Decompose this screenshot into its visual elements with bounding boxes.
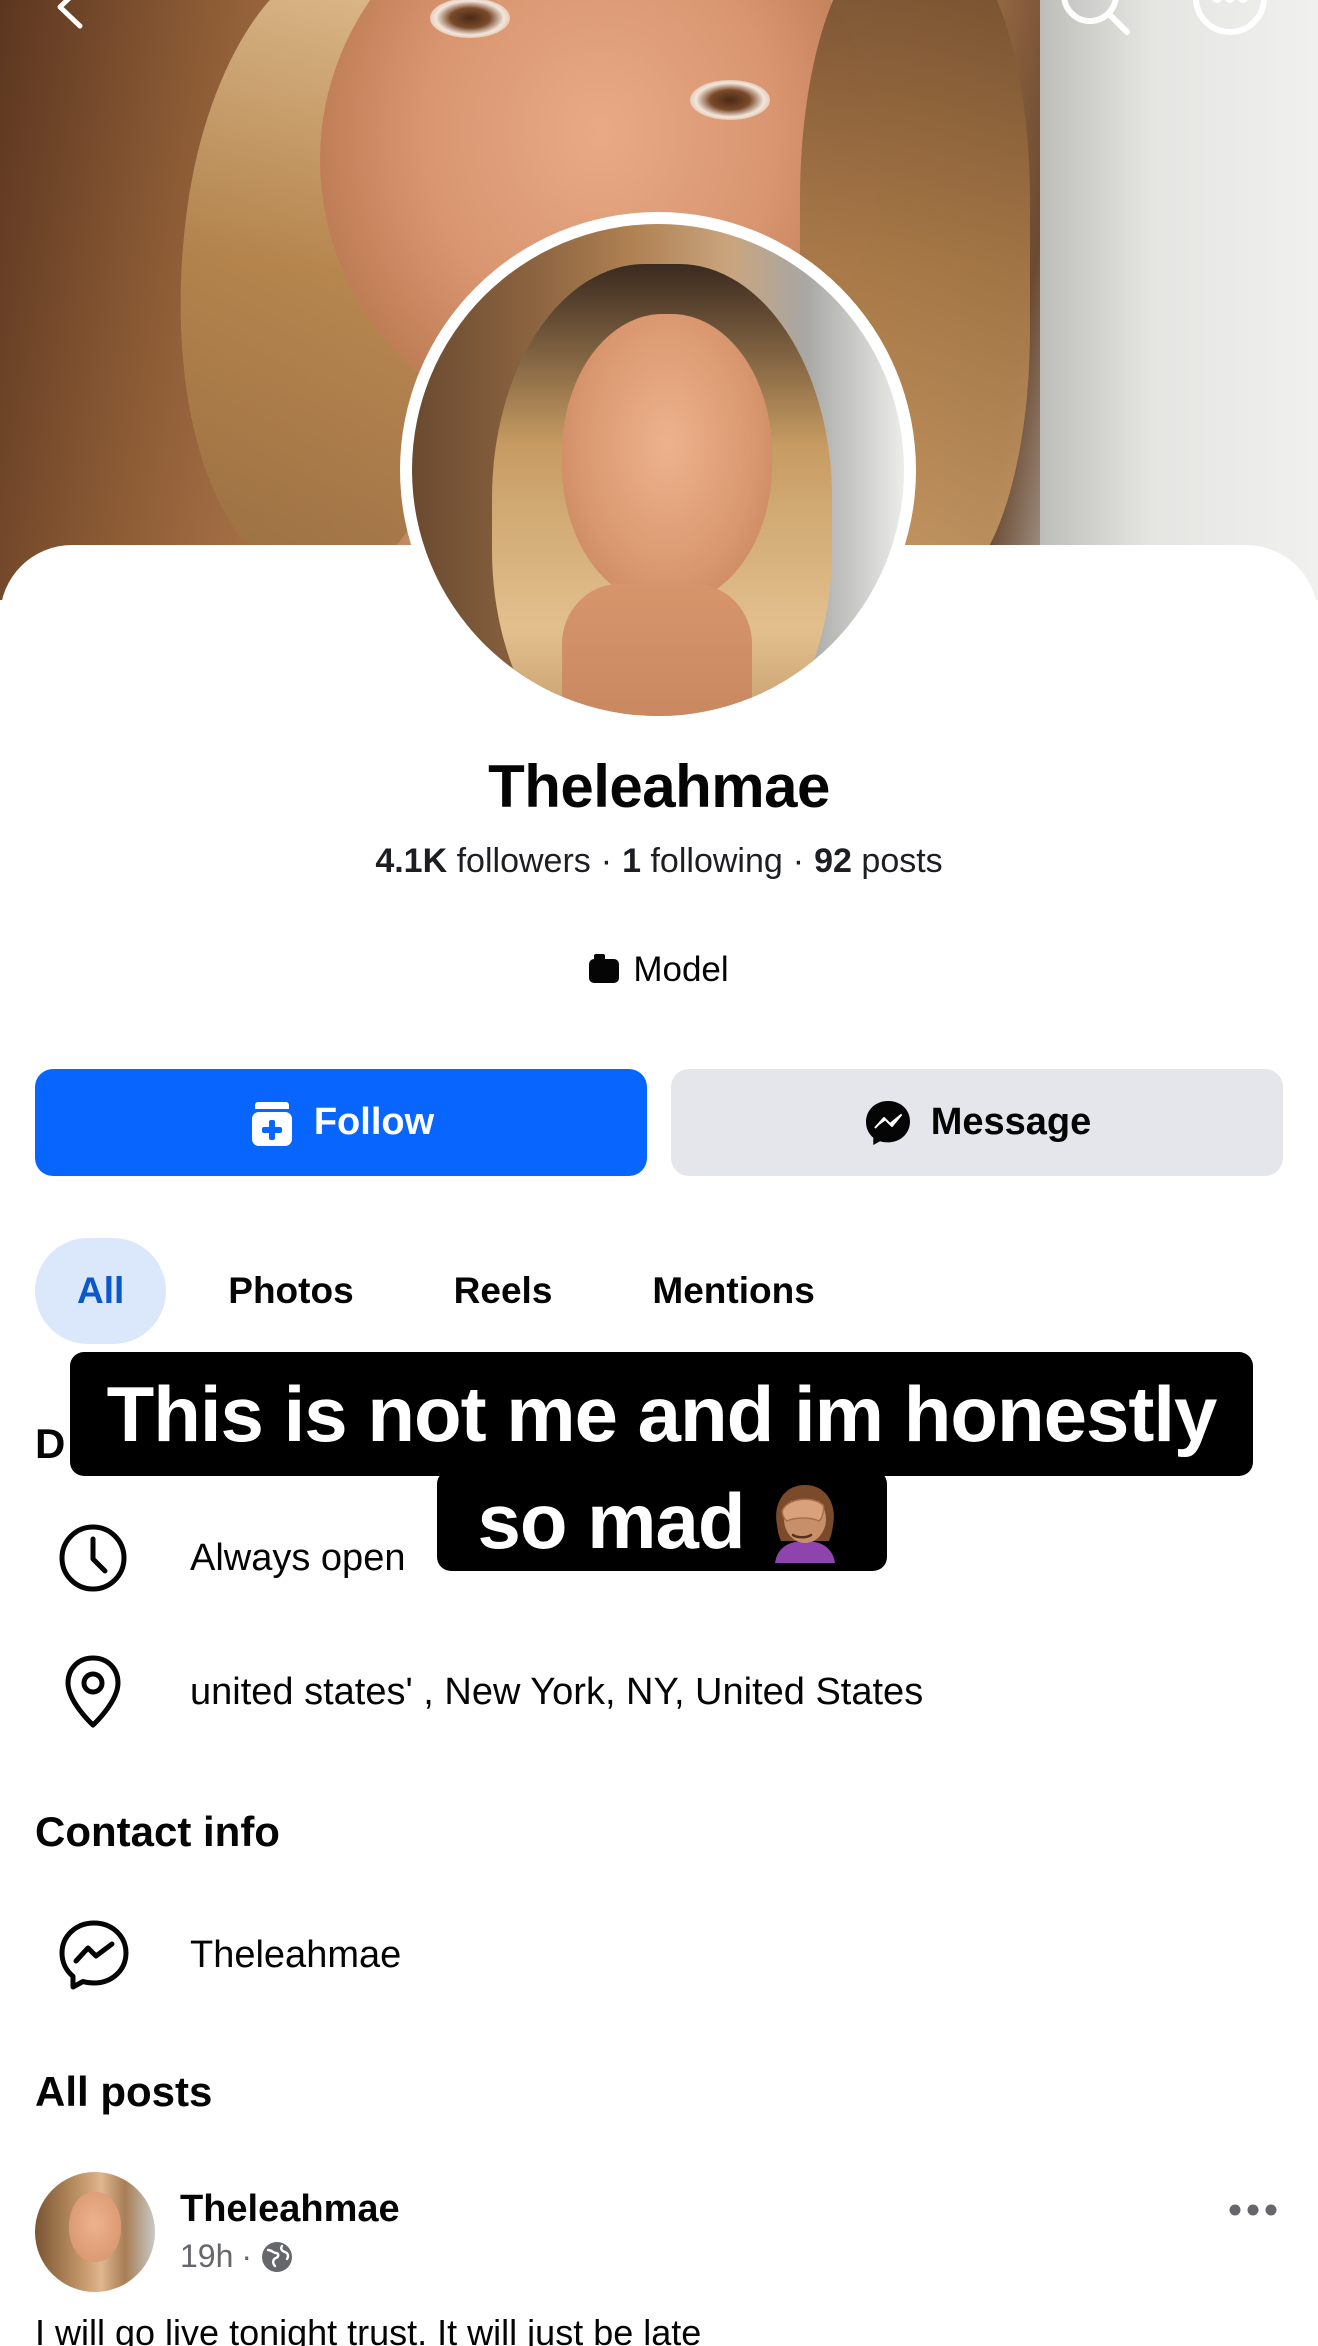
profile-name: Theleahmae [488, 753, 830, 820]
tab-all[interactable]: All [35, 1238, 167, 1344]
tab-reels[interactable]: Reels [454, 1238, 553, 1344]
follow-page-icon [251, 1101, 292, 1146]
profile-avatar[interactable] [400, 212, 916, 728]
clock-icon [59, 1524, 127, 1592]
post-meta-separator: · [241, 2238, 253, 2274]
follow-button-label: Follow [313, 1101, 435, 1143]
briefcase-icon [589, 954, 620, 983]
location-row[interactable]: united states' , New York, NY, United St… [35, 1654, 1285, 1730]
stat-separator: · [600, 842, 613, 880]
tab-photos[interactable]: Photos [228, 1238, 353, 1344]
posts-stat[interactable]: 92 posts [814, 842, 943, 880]
message-button[interactable]: Message [671, 1069, 1283, 1176]
post-author-name[interactable]: Theleahmae [180, 2188, 400, 2231]
tab-mentions[interactable]: Mentions [652, 1238, 814, 1344]
messenger-outline-icon [59, 1920, 129, 1990]
hours-text: Always open [190, 1536, 406, 1579]
caption-text-1: This is not me and im honestly [106, 1370, 1218, 1458]
facepalm-icon [763, 1479, 847, 1563]
post-more-options-icon[interactable] [1228, 2200, 1278, 2225]
category-label: Model [633, 950, 729, 989]
stat-separator: · [792, 842, 805, 880]
profile-tabs: All Photos Reels Mentions [35, 1238, 915, 1344]
location-pin-icon [65, 1655, 121, 1728]
messenger-username: Theleahmae [190, 1933, 402, 1976]
caption-line-2: so mad [437, 1470, 887, 1571]
profile-category: Model [0, 950, 1318, 990]
message-button-label: Message [930, 1101, 1092, 1143]
back-arrow-icon[interactable] [48, 0, 88, 37]
contact-info-heading: Contact info [35, 1808, 280, 1855]
post-time[interactable]: 19h [180, 2238, 233, 2275]
following-stat[interactable]: 1 following [622, 842, 783, 880]
location-text: united states' , New York, NY, United St… [190, 1670, 924, 1713]
profile-stats: 4.1K followers · 1 following · 92 posts [0, 842, 1318, 881]
messenger-contact-row[interactable]: Theleahmae [35, 1918, 1285, 1992]
all-posts-heading: All posts [35, 2068, 213, 2115]
messenger-icon [865, 1100, 910, 1145]
post-meta: 19h · [180, 2238, 294, 2275]
profile-page: Theleahmae 4.1K followers · 1 following · 92… [0, 0, 1318, 2346]
details-heading: D [35, 1420, 66, 1467]
followers-stat[interactable]: 4.1K followers [375, 842, 590, 880]
caption-text-2: so mad [477, 1476, 745, 1565]
search-icon[interactable] [1055, 0, 1135, 45]
globe-icon [262, 2241, 293, 2272]
more-options-icon[interactable] [1190, 0, 1270, 43]
follow-button[interactable]: Follow [35, 1069, 647, 1176]
post-author-avatar[interactable] [35, 2172, 155, 2292]
caption-line-1: This is not me and im honestly [70, 1352, 1253, 1476]
post-text: I will go live tonight trust. It will ju… [35, 2312, 702, 2346]
